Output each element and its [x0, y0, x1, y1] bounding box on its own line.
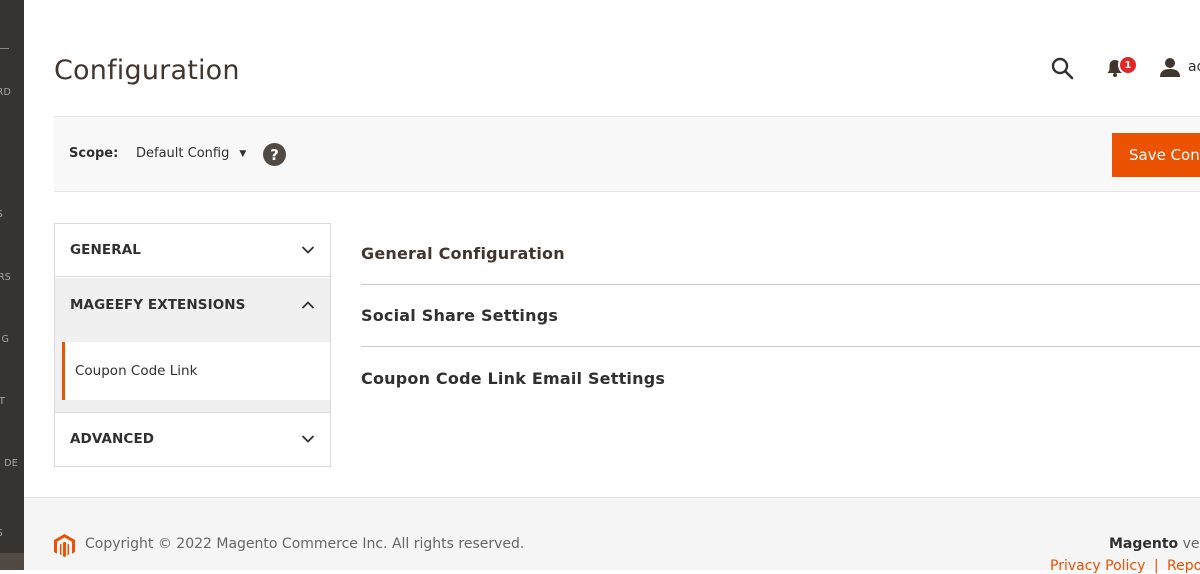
- nav-tab-label: GENERAL: [70, 242, 141, 258]
- admin-sidebar: RD S RS G T DE S: [0, 0, 24, 570]
- version-info: Magento ver.: [1109, 536, 1200, 552]
- privacy-policy-link[interactable]: Privacy Policy: [1050, 558, 1145, 574]
- copyright-text: Copyright © 2022 Magento Commerce Inc. A…: [85, 536, 525, 552]
- page-footer: Copyright © 2022 Magento Commerce Inc. A…: [24, 497, 1200, 574]
- chevron-down-icon: [301, 435, 315, 443]
- caret-down-icon: ▼: [239, 148, 247, 159]
- scope-label: Scope:: [69, 146, 119, 161]
- sidebar-item-customers[interactable]: RS: [0, 272, 11, 283]
- section-social-share-settings[interactable]: Social Share Settings: [361, 285, 1200, 347]
- scope-value: Default Config: [136, 146, 230, 161]
- footer-links: Privacy Policy | Report: [1050, 558, 1200, 574]
- notification-count-badge[interactable]: 1: [1118, 55, 1138, 75]
- section-coupon-code-link-email-settings[interactable]: Coupon Code Link Email Settings: [361, 347, 1200, 409]
- save-config-button[interactable]: Save Config: [1112, 133, 1200, 177]
- account-user-name[interactable]: admin: [1188, 59, 1200, 75]
- nav-tab-general[interactable]: GENERAL: [55, 224, 330, 277]
- link-separator: |: [1153, 558, 1159, 574]
- nav-tab-mageefy-extensions[interactable]: MAGEEFY EXTENSIONS: [55, 278, 330, 332]
- sidebar-item-content[interactable]: T: [0, 396, 5, 407]
- config-sections: General Configuration Social Share Setti…: [361, 223, 1200, 409]
- nav-submenu: Coupon Code Link: [55, 332, 330, 412]
- config-navigation: GENERAL MAGEEFY EXTENSIONS Coupon Code L…: [54, 223, 331, 467]
- user-icon[interactable]: [1159, 56, 1181, 78]
- chevron-down-icon: [301, 246, 315, 254]
- scope-switcher[interactable]: Default Config ▼: [136, 146, 246, 161]
- nav-tab-advanced[interactable]: ADVANCED: [55, 412, 330, 465]
- section-general-configuration[interactable]: General Configuration: [361, 223, 1200, 285]
- brand-name: Magento: [1109, 536, 1179, 552]
- chevron-up-icon: [301, 301, 315, 309]
- sidebar-active-item[interactable]: [0, 553, 24, 570]
- sidebar-item-sales[interactable]: S: [0, 209, 3, 220]
- sidebar-item-marketing[interactable]: G: [1, 334, 9, 345]
- nav-tab-label: ADVANCED: [70, 431, 155, 447]
- sidebar-item-dashboard[interactable]: RD: [0, 87, 11, 98]
- scope-bar: Scope: Default Config ▼ ? Save Config: [54, 116, 1200, 192]
- nav-tab-label: MAGEEFY EXTENSIONS: [70, 297, 246, 313]
- nav-item-coupon-code-link[interactable]: Coupon Code Link: [62, 342, 330, 400]
- sidebar-item-find-partners[interactable]: DE: [4, 458, 18, 469]
- report-link[interactable]: Report: [1167, 558, 1200, 574]
- magento-logo-icon: [54, 534, 75, 557]
- sidebar-divider: [0, 48, 9, 49]
- version-prefix: ver.: [1182, 536, 1200, 552]
- help-icon[interactable]: ?: [263, 143, 286, 166]
- search-icon[interactable]: [1050, 56, 1074, 80]
- sidebar-item-system[interactable]: S: [0, 528, 3, 539]
- page-title: Configuration: [54, 55, 240, 86]
